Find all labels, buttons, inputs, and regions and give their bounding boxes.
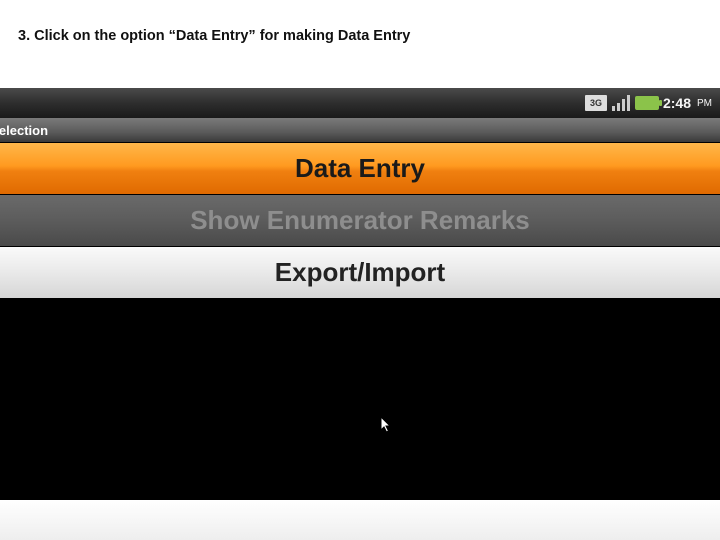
instruction-text: 3. Click on the option “Data Entry” for …	[0, 0, 720, 56]
cursor-icon	[380, 416, 392, 434]
screen-title: ter Selection	[0, 118, 720, 142]
option-data-entry[interactable]: Data Entry	[0, 142, 720, 194]
option-label: Export/Import	[275, 257, 445, 288]
network-3g-icon: 3G	[585, 95, 607, 111]
option-export-import[interactable]: Export/Import	[0, 246, 720, 298]
option-label: Data Entry	[295, 153, 425, 184]
status-ampm: PM	[697, 98, 712, 109]
option-show-enumerator-remarks[interactable]: Show Enumerator Remarks	[0, 194, 720, 246]
android-status-bar: 3G 2:48 PM	[0, 88, 720, 118]
signal-icon	[612, 95, 630, 111]
status-time: 2:48	[663, 95, 691, 111]
slide-footer	[0, 500, 720, 540]
option-list: Data Entry Show Enumerator Remarks Expor…	[0, 142, 720, 298]
option-label: Show Enumerator Remarks	[190, 205, 530, 236]
phone-screen: 3G 2:48 PM ter Selection Data Entry Show…	[0, 88, 720, 500]
battery-icon	[635, 96, 659, 110]
